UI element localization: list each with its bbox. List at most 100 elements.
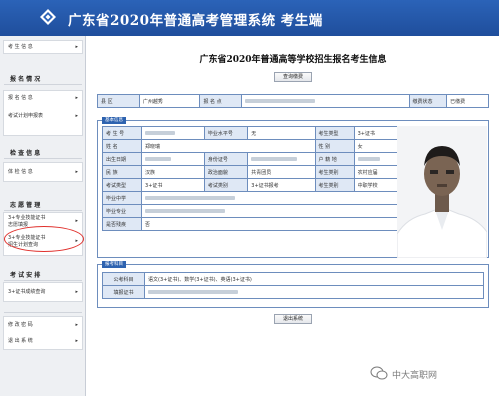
value-political-status: 共青团员	[247, 165, 316, 179]
table-row: 填报证书	[102, 285, 484, 299]
sidebar-item-change-password[interactable]: 修 改 密 码 ▸	[0, 322, 86, 329]
label-payment-status: 缴费状态	[408, 94, 448, 108]
sidebar-item-label: 体 检 信 息	[8, 169, 33, 175]
sidebar-item-student-info[interactable]: 考 生 信 息 ▸	[0, 44, 86, 51]
wechat-icon	[370, 366, 388, 380]
label-disability: 是否残疾	[101, 217, 143, 231]
label-political-status: 政治面貌	[203, 165, 249, 179]
value-id-number	[247, 152, 316, 166]
table-row: 考试类型 3+证书 考试类别 3+证书报考 考生类别 中职学校	[101, 178, 399, 192]
table-row: 考 生 号 毕业水平号 无 考生类型 3+证书	[101, 126, 399, 140]
value-candidate-category: 农村应届	[353, 165, 399, 179]
label-ethnicity: 民 族	[101, 165, 143, 179]
table-row: 是否残疾 否	[101, 217, 398, 231]
label-exam-type: 考试类型	[101, 178, 143, 192]
sidebar-item-label: 考 生 信 息	[8, 44, 33, 50]
label-district: 县 区	[97, 94, 140, 108]
label-graduate-major: 毕业专业	[101, 204, 143, 218]
value-graduate-major	[141, 204, 398, 218]
value-certificate	[144, 285, 484, 299]
label-candidate-category: 考生类别	[314, 165, 355, 179]
chevron-right-icon: ▸	[75, 95, 78, 101]
label-id-number: 身份证号	[203, 152, 249, 166]
value-payment-status: 已缴费	[446, 94, 489, 108]
label-certificate: 填报证书	[102, 285, 145, 299]
label-candidate-type: 考生类型	[314, 126, 355, 140]
table-row: 民 族 汉族 政治面貌 共青团员 考生类别 农村应届	[101, 165, 399, 179]
chevron-right-icon: ▸	[75, 169, 78, 175]
value-gender: 女	[353, 139, 399, 153]
sidebar-group-volunteer: 志 愿 管 理	[10, 202, 41, 209]
sidebar-item-label: 报 名 信 息	[8, 95, 33, 101]
label-exam-category: 考试类别	[203, 178, 249, 192]
chevron-right-icon: ▸	[75, 218, 78, 224]
tab-exam-subjects: 报考科目	[102, 261, 126, 268]
divider	[4, 210, 82, 211]
sidebar-item-label: 退 出 系 统	[8, 338, 33, 344]
exit-system-button[interactable]: 退出系统	[274, 314, 312, 324]
divider	[4, 158, 82, 159]
sidebar-group-registration: 报 名 情 况	[10, 76, 41, 83]
chevron-right-icon: ▸	[75, 338, 78, 344]
tab-basic-info: 基本信息	[102, 117, 126, 124]
value-public-subjects: 语文(3+证书)、数学(3+证书)、英语(3+证书)	[144, 272, 484, 286]
value-exam-category: 3+证书报考	[247, 178, 316, 192]
value-disability: 否	[141, 217, 398, 231]
sidebar-item-exam-plan[interactable]: 考试计划申报表 ▸	[0, 113, 86, 120]
basic-info-table: 考 生 号 毕业水平号 无 考生类型 3+证书 姓 名 郑晓瑞 性 别 女 出生…	[101, 126, 399, 231]
divider	[4, 280, 82, 281]
value-registration-site	[241, 94, 410, 108]
chevron-right-icon: ▸	[75, 289, 78, 295]
label-registration-site: 报 名 点	[199, 94, 243, 108]
label-level-number: 毕业水平号	[203, 126, 249, 140]
chevron-right-icon: ▸	[75, 113, 78, 119]
watermark-text: 中大高职网	[392, 371, 438, 381]
region-table: 县 区 广州越秀 报 名 点 缴费状态 已缴费	[97, 94, 489, 108]
value-candidate-type: 3+证书	[353, 126, 399, 140]
value-name: 郑晓瑞	[141, 139, 316, 153]
exam-subjects-panel: 报考科目 公考科目 语文(3+证书)、数学(3+证书)、英语(3+证书) 填报证…	[97, 261, 489, 308]
app-title: 广东省2020年普通高考管理系统 考生端	[68, 13, 323, 29]
divider	[4, 312, 82, 313]
sidebar-item-health-check[interactable]: 体 检 信 息 ▸	[0, 169, 86, 176]
page: 广东省2020年普通高考管理系统 考生端 考 生 信 息 ▸ 报 名 情 况 报…	[0, 0, 499, 396]
label-public-subjects: 公考科目	[102, 272, 145, 286]
sidebar-group-check: 检 查 信 息	[10, 150, 41, 157]
app-header: 广东省2020年普通高考管理系统 考生端	[0, 0, 499, 36]
value-level-number: 无	[247, 126, 316, 140]
label-graduate-school: 毕业中学	[101, 191, 143, 205]
label-household: 户 籍 地	[314, 152, 355, 166]
chevron-right-icon: ▸	[75, 44, 78, 50]
sidebar-item-registration-info[interactable]: 报 名 信 息 ▸	[0, 95, 86, 102]
value-birth-date	[141, 152, 205, 166]
photo-image	[397, 126, 487, 258]
sidebar: 考 生 信 息 ▸ 报 名 情 况 报 名 信 息 ▸ 考试计划申报表 ▸ 检 …	[0, 36, 86, 396]
label-birth-date: 出生日期	[101, 152, 143, 166]
label-gender: 性 别	[314, 139, 355, 153]
student-photo	[397, 126, 487, 258]
value-candidate-category-2: 中职学校	[353, 178, 399, 192]
sidebar-group-exam: 考 试 安 排	[10, 272, 41, 279]
table-row: 公考科目 语文(3+证书)、数学(3+证书)、英语(3+证书)	[102, 272, 484, 286]
value-household	[353, 152, 399, 166]
sidebar-item-label: 考试计划申报表	[8, 113, 44, 119]
label-name: 姓 名	[101, 139, 143, 153]
value-exam-type: 3+证书	[141, 178, 205, 192]
table-row: 毕业专业	[101, 204, 398, 218]
logo-icon	[40, 9, 56, 25]
exam-subjects-table: 公考科目 语文(3+证书)、数学(3+证书)、英语(3+证书) 填报证书	[102, 272, 484, 299]
value-ethnicity: 汉族	[141, 165, 205, 179]
chevron-right-icon: ▸	[75, 322, 78, 328]
divider	[4, 84, 82, 85]
table-row: 姓 名 郑晓瑞 性 别 女	[101, 139, 399, 153]
query-payment-button[interactable]: 查询缴费	[274, 72, 312, 82]
sidebar-item-score-query[interactable]: 3+证书成绩查询 ▸	[0, 289, 86, 296]
label-candidate-category-2: 考生类别	[314, 178, 355, 192]
value-exam-number	[141, 126, 205, 140]
table-row: 毕业中学	[101, 191, 398, 205]
sidebar-item-label: 3+证书成绩查询	[8, 289, 46, 295]
value-graduate-school	[141, 191, 398, 205]
sidebar-item-logout[interactable]: 退 出 系 统 ▸	[0, 338, 86, 345]
label-exam-number: 考 生 号	[101, 126, 143, 140]
sidebar-item-label: 3+专业技能证书	[8, 215, 46, 221]
